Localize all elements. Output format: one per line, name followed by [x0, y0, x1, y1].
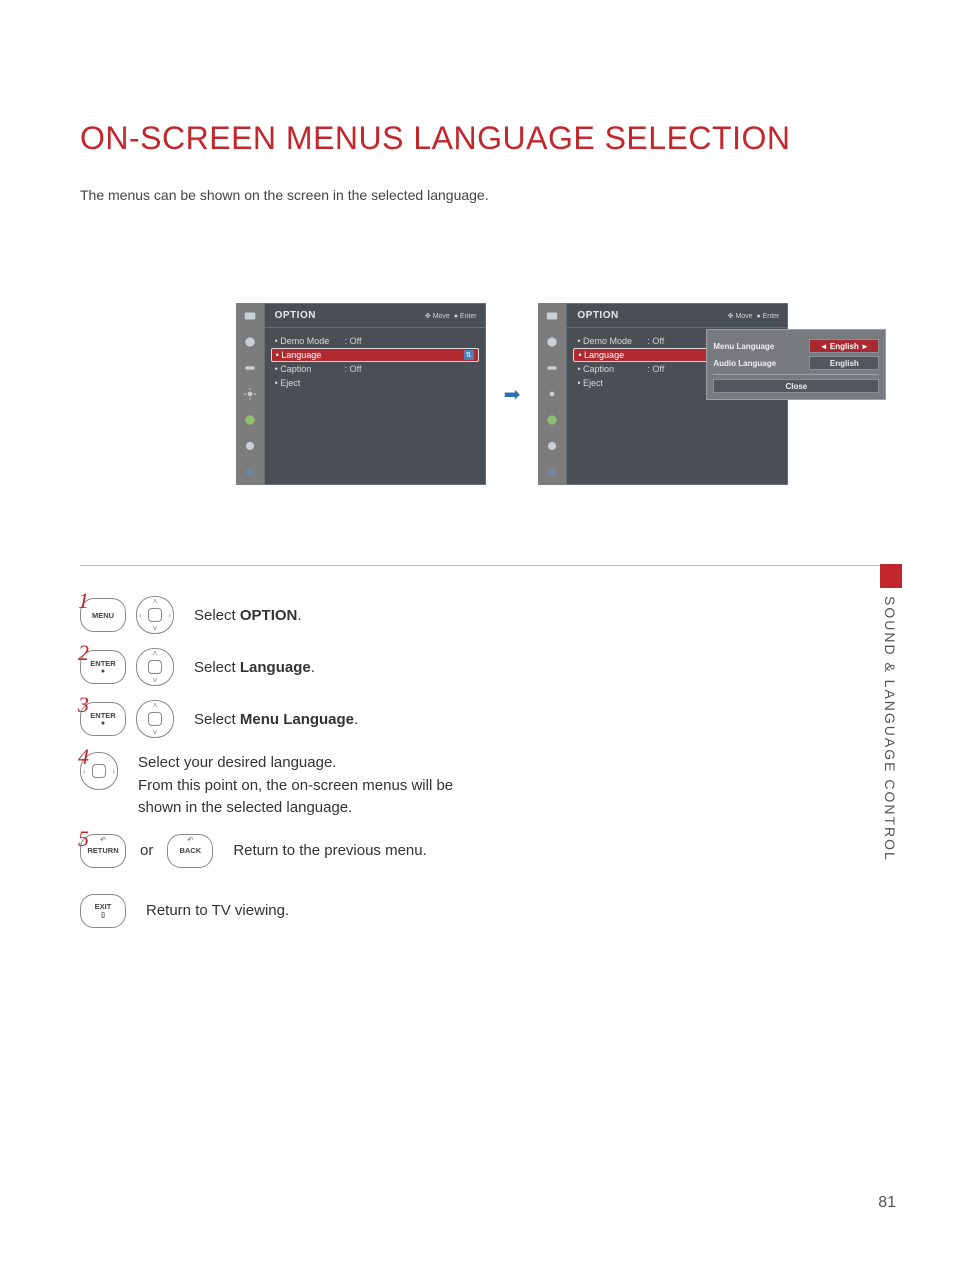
tab-icon-picture	[538, 329, 566, 355]
osd-row-caption: Caption: Off	[271, 362, 479, 376]
step-text: Select your desired language. From this …	[138, 752, 478, 820]
tab-icon-time	[538, 407, 566, 433]
tab-icon-lock	[538, 433, 566, 459]
tab-icon-channel	[538, 303, 566, 329]
audio-language-label: Audio Language	[713, 359, 805, 368]
tab-icon-option	[236, 381, 264, 407]
menu-language-label: Menu Language	[713, 342, 805, 351]
osd-title: OPTION	[577, 310, 618, 321]
osd-tab-column	[236, 303, 264, 485]
tab-icon-channel	[236, 303, 264, 329]
divider	[80, 565, 884, 566]
tab-icon-lock	[236, 433, 264, 459]
osd-hints: ✥ Move ● Enter	[728, 312, 780, 320]
dpad-vertical[interactable]: ˄˅	[136, 648, 174, 686]
osd-title: OPTION	[275, 310, 316, 321]
osd-after: OPTION ✥ Move ● Enter Demo Mode: Off Lan…	[538, 303, 788, 485]
language-popup: Menu Language ◄ English ► Audio Language…	[706, 329, 886, 400]
page-number: 81	[878, 1194, 896, 1212]
step-exit: EXIT▯ Return to TV viewing.	[80, 894, 884, 928]
step-text: Select OPTION.	[194, 607, 302, 624]
step-text: Return to TV viewing.	[146, 902, 289, 919]
osd-row-language[interactable]: Language ⇅	[271, 348, 479, 362]
back-button[interactable]: ↶BACK	[167, 834, 213, 868]
section-label: SOUND & LANGUAGE CONTROL	[882, 596, 898, 862]
page-title: ON-SCREEN MENUS LANGUAGE SELECTION	[80, 120, 884, 157]
step-text: Select Language.	[194, 659, 315, 676]
intro-text: The menus can be shown on the screen in …	[80, 187, 884, 203]
step-4: 4 ‹› Select your desired language. From …	[80, 752, 884, 820]
step-text: Select Menu Language.	[194, 711, 358, 728]
menu-language-value[interactable]: ◄ English ►	[809, 339, 879, 353]
tab-icon-input	[538, 459, 566, 485]
dpad-4way[interactable]: ˄˅‹›	[136, 596, 174, 634]
exit-button[interactable]: EXIT▯	[80, 894, 126, 928]
step-1: 1 MENU ˄˅‹› Select OPTION.	[80, 596, 884, 634]
step-number: 5	[78, 826, 89, 852]
updown-icon: ⇅	[464, 350, 474, 360]
steps: 1 MENU ˄˅‹› Select OPTION. 2 ENTER● ˄˅ S…	[80, 596, 884, 928]
step-2: 2 ENTER● ˄˅ Select Language.	[80, 648, 884, 686]
osd-screens: OPTION ✥ Move ● Enter Demo Mode: Off Lan…	[140, 303, 884, 485]
step-number: 3	[78, 692, 89, 718]
audio-language-value[interactable]: English	[809, 356, 879, 370]
dpad-vertical[interactable]: ˄˅	[136, 700, 174, 738]
step-text: Return to the previous menu.	[233, 842, 426, 859]
step-number: 4	[78, 744, 89, 770]
tab-icon-audio	[236, 355, 264, 381]
tab-icon-input	[236, 459, 264, 485]
tab-icon-picture	[236, 329, 264, 355]
tab-icon-time	[236, 407, 264, 433]
tab-icon-audio	[538, 355, 566, 381]
step-3: 3 ENTER● ˄˅ Select Menu Language.	[80, 700, 884, 738]
or-text: or	[140, 842, 153, 859]
popup-close-button[interactable]: Close	[713, 379, 879, 393]
tab-icon-option	[538, 381, 566, 407]
step-number: 2	[78, 640, 89, 666]
arrow-icon: ➡	[504, 382, 521, 407]
osd-before: OPTION ✥ Move ● Enter Demo Mode: Off Lan…	[236, 303, 486, 485]
osd-row-eject: Eject	[271, 376, 479, 390]
osd-row-demo: Demo Mode: Off	[271, 334, 479, 348]
step-number: 1	[78, 588, 89, 614]
osd-hints: ✥ Move ● Enter	[425, 312, 477, 320]
side-tab-marker	[880, 564, 902, 588]
step-5: 5 ↶RETURN or ↶BACK Return to the previou…	[80, 834, 884, 868]
